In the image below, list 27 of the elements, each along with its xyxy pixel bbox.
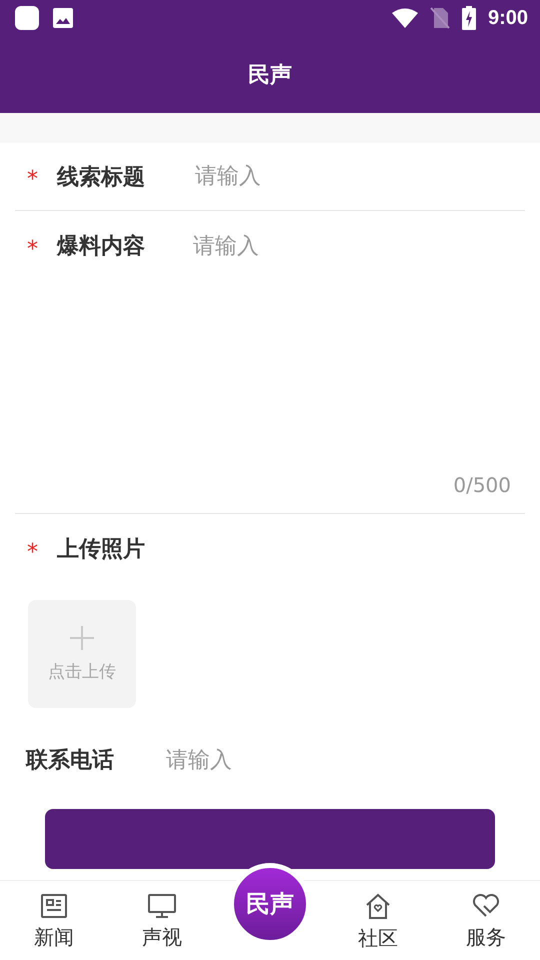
- character-counter: 0/500: [453, 473, 511, 497]
- phone-input[interactable]: 请输入: [164, 746, 525, 774]
- plus-icon: [70, 626, 94, 650]
- home-icon: [365, 893, 391, 919]
- battery-icon: [462, 6, 476, 30]
- field-label: 线索标题: [57, 164, 146, 192]
- content-input[interactable]: 请输入: [193, 231, 525, 473]
- field-label: 爆料内容: [57, 232, 146, 261]
- wifi-icon: [392, 8, 418, 28]
- required-mark: *: [27, 237, 39, 262]
- tab-item[interactable]: 服务: [432, 881, 540, 960]
- tab-item[interactable]: 新闻: [0, 881, 108, 960]
- no-sim-icon: [430, 7, 450, 29]
- required-mark: *: [27, 167, 39, 192]
- required-mark: *: [27, 540, 39, 564]
- tab-item[interactable]: 社区: [324, 881, 432, 960]
- title-input[interactable]: 请输入: [193, 163, 525, 190]
- clock-time: 9:00: [488, 6, 528, 30]
- field-label: 上传照片: [57, 536, 146, 564]
- newspaper-icon: [41, 894, 67, 918]
- header-title: 民声: [248, 60, 292, 90]
- monitor-icon: [148, 894, 176, 918]
- action-button[interactable]: [45, 809, 495, 869]
- tab-item[interactable]: 声视: [108, 881, 216, 960]
- image-icon: [52, 7, 74, 29]
- app-icon: [14, 5, 40, 31]
- field-label: 联系电话: [26, 747, 115, 775]
